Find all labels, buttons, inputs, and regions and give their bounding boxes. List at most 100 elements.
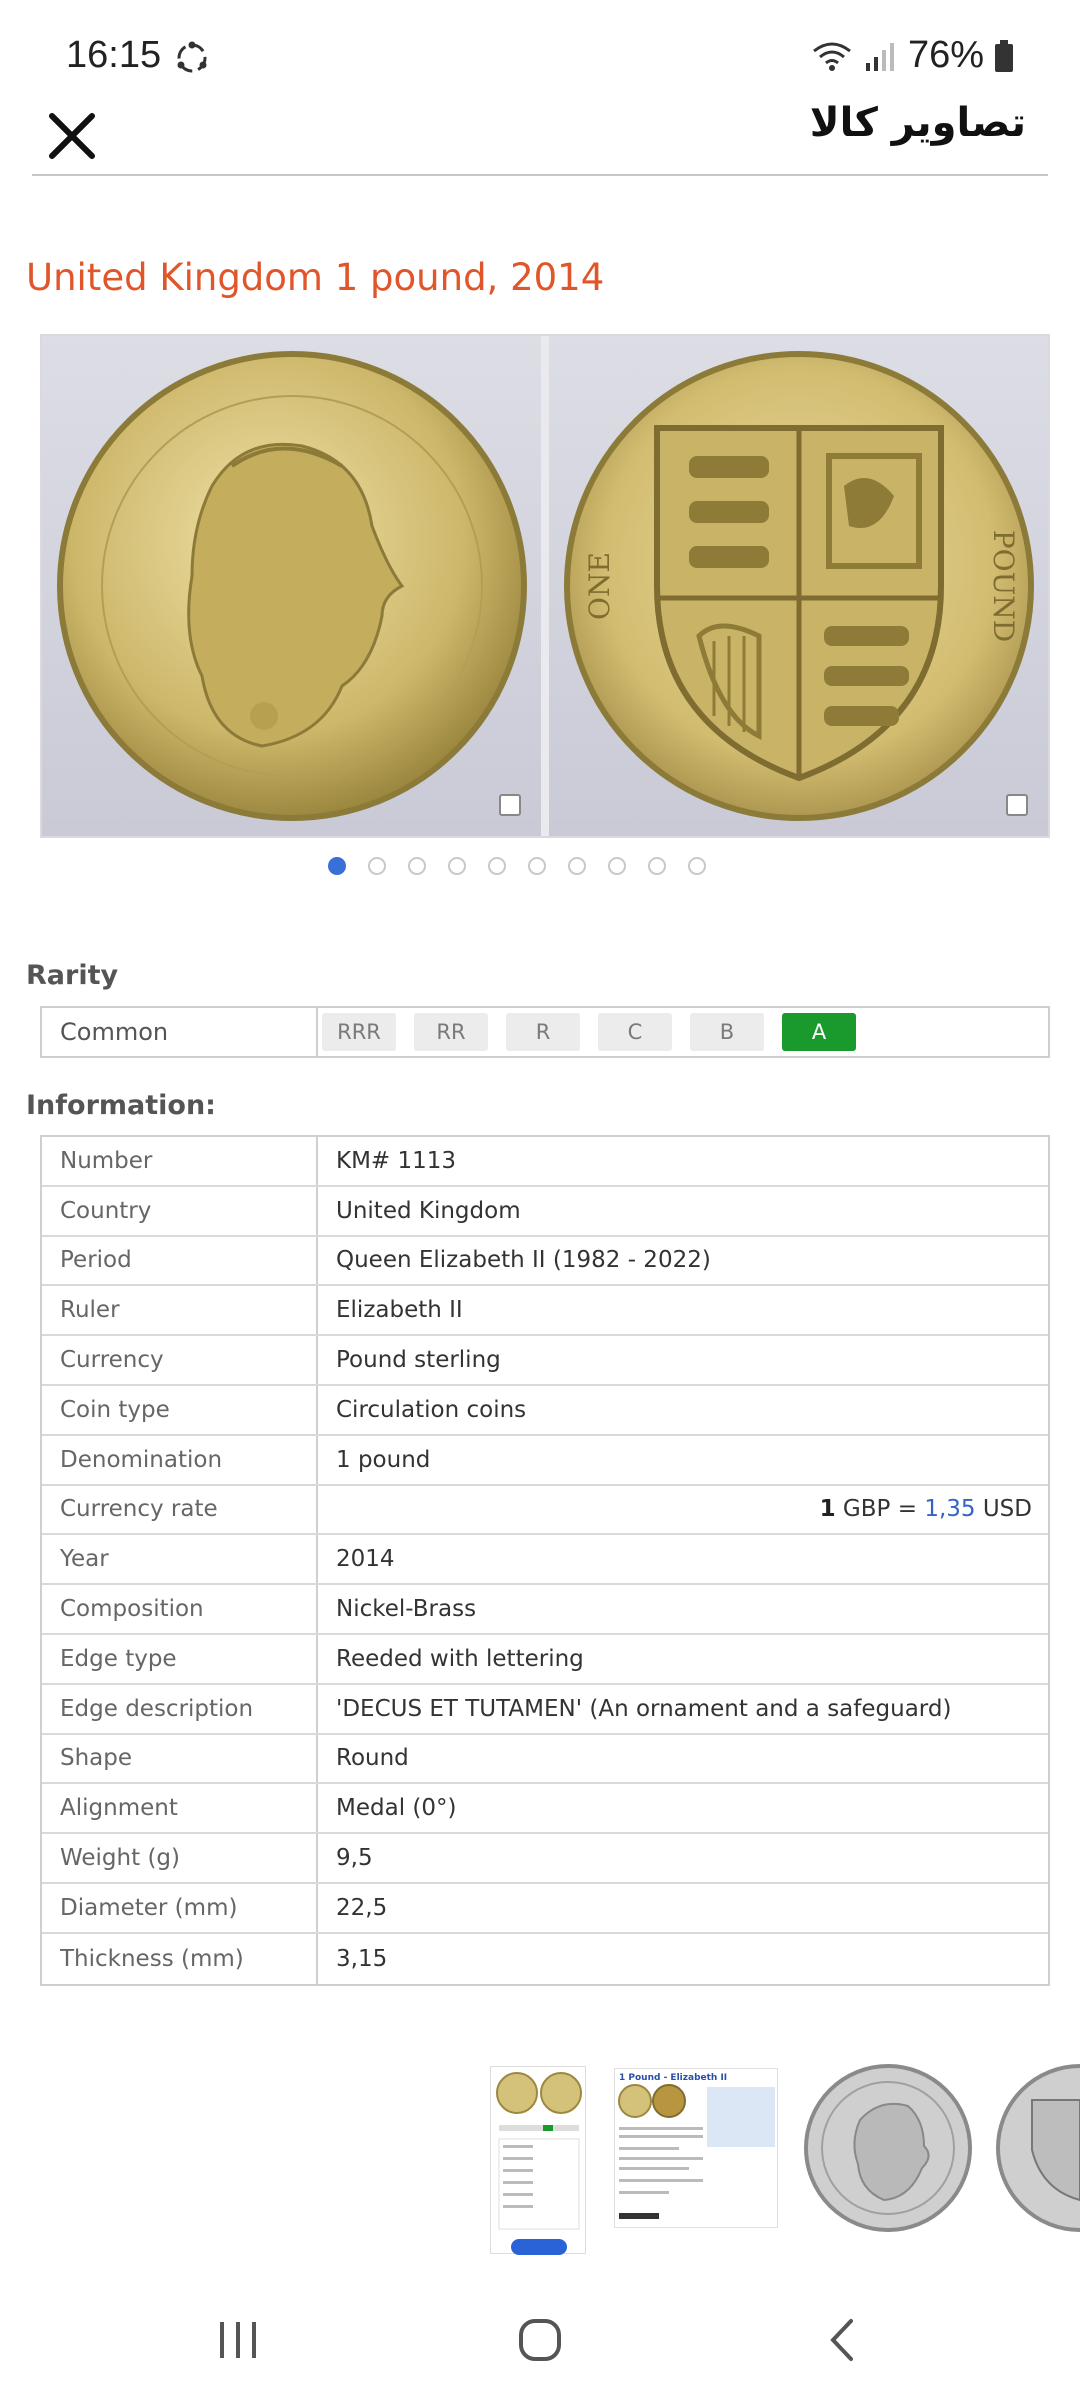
rate-to: USD [982, 1496, 1032, 1523]
home-icon [519, 2319, 561, 2361]
rate-number: 1,35 [924, 1496, 976, 1523]
coin-image-gallery[interactable]: ONE POUND [40, 334, 1050, 838]
info-value: 1 pound [336, 1446, 431, 1473]
table-row: Period Queen Elizabeth II (1982 - 2022) [42, 1236, 1048, 1287]
home-button[interactable] [500, 2310, 580, 2370]
pager-dot[interactable] [608, 857, 626, 875]
information-table: Number KM# 1113 Country United Kingdom Per… [40, 1135, 1050, 1986]
grade-b: B [690, 1013, 764, 1051]
status-bar: 16:15 76% [0, 0, 1080, 100]
info-key: Coin type [42, 1385, 318, 1434]
info-key: Currency [42, 1336, 318, 1384]
pager-dot[interactable] [648, 857, 666, 875]
zoom-icon[interactable] [1006, 794, 1028, 816]
pager-dot[interactable] [488, 857, 506, 875]
info-key: Composition [42, 1585, 318, 1633]
thumbnail-3[interactable] [800, 2060, 976, 2236]
rate-amount: 1 [819, 1496, 836, 1523]
battery-percent: 76% [907, 34, 984, 76]
grade-rrr: RRR [322, 1013, 396, 1051]
pager-dot[interactable] [688, 857, 706, 875]
rarity-heading: Rarity [26, 960, 119, 991]
page-title: تصاویر کالا [809, 100, 1026, 146]
info-value: Pound sterling [336, 1347, 501, 1374]
table-row: Ruler Elizabeth II [42, 1286, 1048, 1337]
wifi-icon [813, 42, 851, 71]
pager-dot[interactable] [568, 857, 586, 875]
table-row: Year 2014 [42, 1535, 1048, 1586]
info-value: 3,15 [336, 1945, 388, 1972]
rarity-grades: RRR RR R C B A [318, 1008, 856, 1056]
coin-reverse-drawing: ONE POUND [564, 351, 1034, 821]
recent-apps-button[interactable] [198, 2310, 278, 2370]
rarity-table: Common RRR RR R C B A [40, 1006, 1050, 1058]
header: تصاویر کالا [32, 100, 1048, 176]
thumbnail-2[interactable]: 1 Pound - Elizabeth II [614, 2068, 778, 2228]
info-key: Edge description [42, 1684, 318, 1733]
thumbnail-4[interactable] [992, 2060, 1080, 2236]
info-value: Reeded with lettering [336, 1645, 584, 1672]
thumbnail-strip: 1 Pound - Elizabeth II [0, 2060, 1080, 2260]
pager-dot[interactable] [528, 857, 546, 875]
info-key: Edge type [42, 1634, 318, 1683]
back-icon [830, 2319, 853, 2361]
info-key: Shape [42, 1734, 318, 1783]
recent-apps-icon [220, 2322, 256, 2358]
info-value: Nickel-Brass [336, 1596, 477, 1623]
grade-c: C [598, 1013, 672, 1051]
info-value: 9,5 [336, 1845, 373, 1872]
rate-from: GBP [842, 1496, 891, 1523]
table-row: Composition Nickel-Brass [42, 1585, 1048, 1635]
pager-dot[interactable] [408, 857, 426, 875]
close-button[interactable] [42, 106, 102, 166]
signal-icon [865, 42, 894, 71]
coin-text-one: ONE [583, 552, 616, 620]
coin-obverse-image[interactable] [42, 336, 541, 836]
thumbnail-2-title: 1 Pound - Elizabeth II [619, 2073, 728, 2083]
zoom-icon[interactable] [499, 794, 521, 816]
status-time: 16:15 [66, 34, 162, 76]
info-key: Weight (g) [42, 1834, 318, 1882]
info-key: Year [42, 1535, 318, 1584]
table-row: Alignment Medal (0°) [42, 1784, 1048, 1835]
coin-title: United Kingdom 1 pound, 2014 [26, 256, 605, 299]
info-key: Ruler [42, 1286, 318, 1335]
status-indicators: 76% [810, 34, 1014, 77]
info-value: 'DECUS ET TUTAMEN' (An ornament and a sa… [336, 1695, 952, 1722]
info-key: Period [42, 1236, 318, 1285]
rarity-label: Common [42, 1008, 318, 1056]
grade-rr: RR [414, 1013, 488, 1051]
system-navigation-bar [0, 2280, 1080, 2400]
pager-dot[interactable] [448, 857, 466, 875]
info-key: Thickness (mm) [42, 1933, 318, 1984]
info-key: Country [42, 1186, 318, 1235]
info-value: Round [336, 1745, 409, 1772]
rate-equals: = [897, 1496, 917, 1523]
image-pager [328, 857, 706, 875]
coin-text-pound: POUND [987, 530, 1020, 642]
table-row: Edge type Reeded with lettering [42, 1634, 1048, 1685]
back-button[interactable] [802, 2310, 882, 2370]
coin-reverse-image[interactable]: ONE POUND [549, 336, 1048, 836]
table-row: Currency rate 1 GBP = 1,35 USD [42, 1485, 1048, 1536]
pager-dot[interactable] [328, 857, 346, 875]
close-icon [49, 113, 95, 159]
info-value: KM# 1113 [336, 1147, 457, 1174]
thumbnail-1[interactable] [490, 2066, 586, 2255]
info-value: 2014 [336, 1546, 395, 1573]
info-key: Denomination [42, 1435, 318, 1484]
info-key: Currency rate [42, 1485, 318, 1534]
info-key: Number [42, 1137, 318, 1185]
info-value: Elizabeth II [336, 1297, 463, 1324]
information-heading: Information: [26, 1090, 216, 1121]
info-value: Queen Elizabeth II (1982 - 2022) [336, 1247, 711, 1274]
table-row: Country United Kingdom [42, 1186, 1048, 1237]
info-value: Circulation coins [336, 1396, 527, 1423]
battery-icon [995, 39, 1013, 72]
table-row: Coin type Circulation coins [42, 1385, 1048, 1436]
table-row: Weight (g) 9,5 [42, 1834, 1048, 1884]
sync-icon [177, 41, 207, 73]
pager-dot[interactable] [368, 857, 386, 875]
table-row: Currency Pound sterling [42, 1336, 1048, 1386]
table-row: Edge description 'DECUS ET TUTAMEN' (An o… [42, 1684, 1048, 1735]
